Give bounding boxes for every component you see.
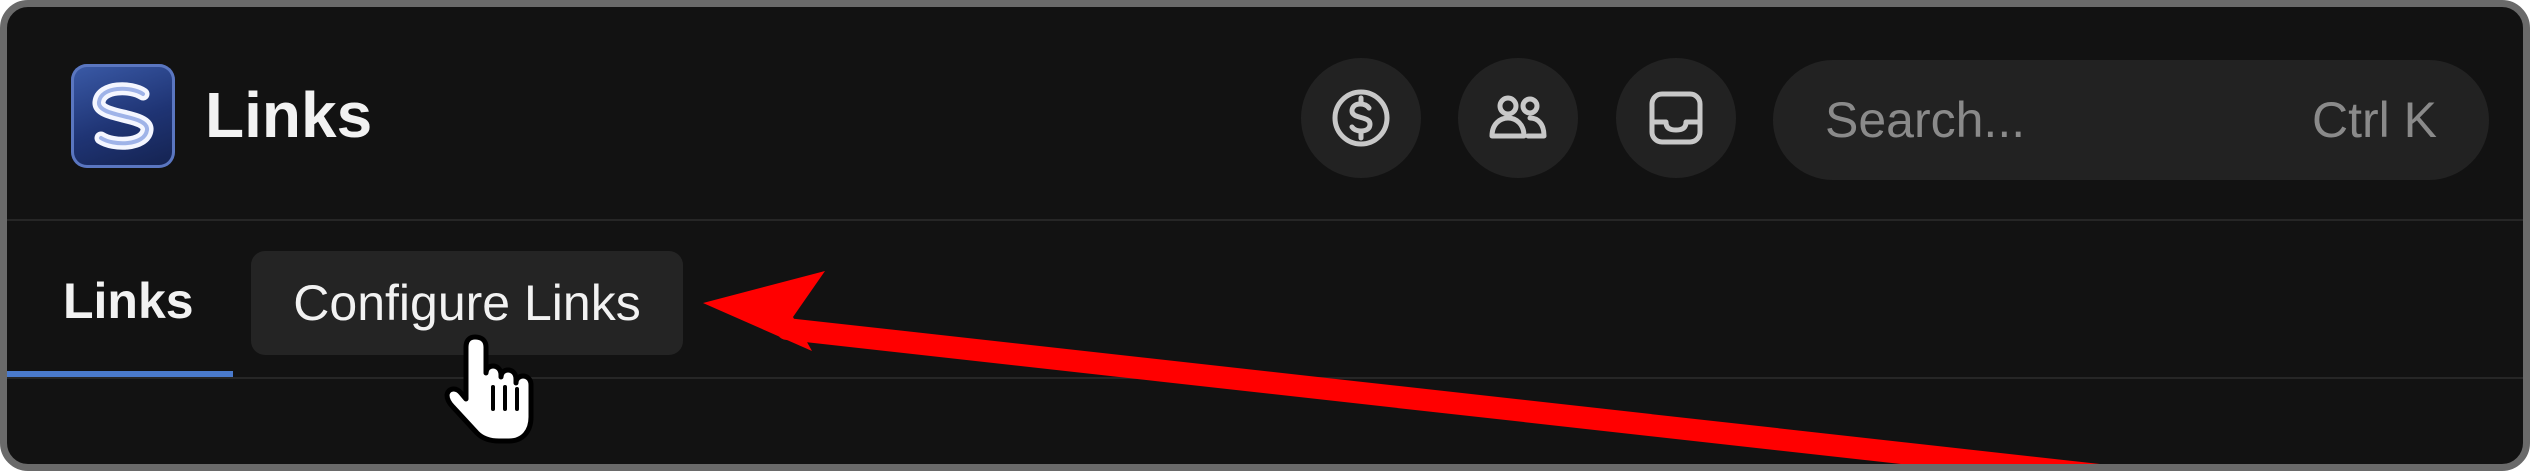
annotation-overlay (444, 271, 2100, 464)
hand-pointer-icon (444, 334, 534, 444)
red-arrow-annotation (703, 271, 2100, 464)
app-window: Links Search... Ctrl K Links Configure L… (0, 0, 2530, 471)
